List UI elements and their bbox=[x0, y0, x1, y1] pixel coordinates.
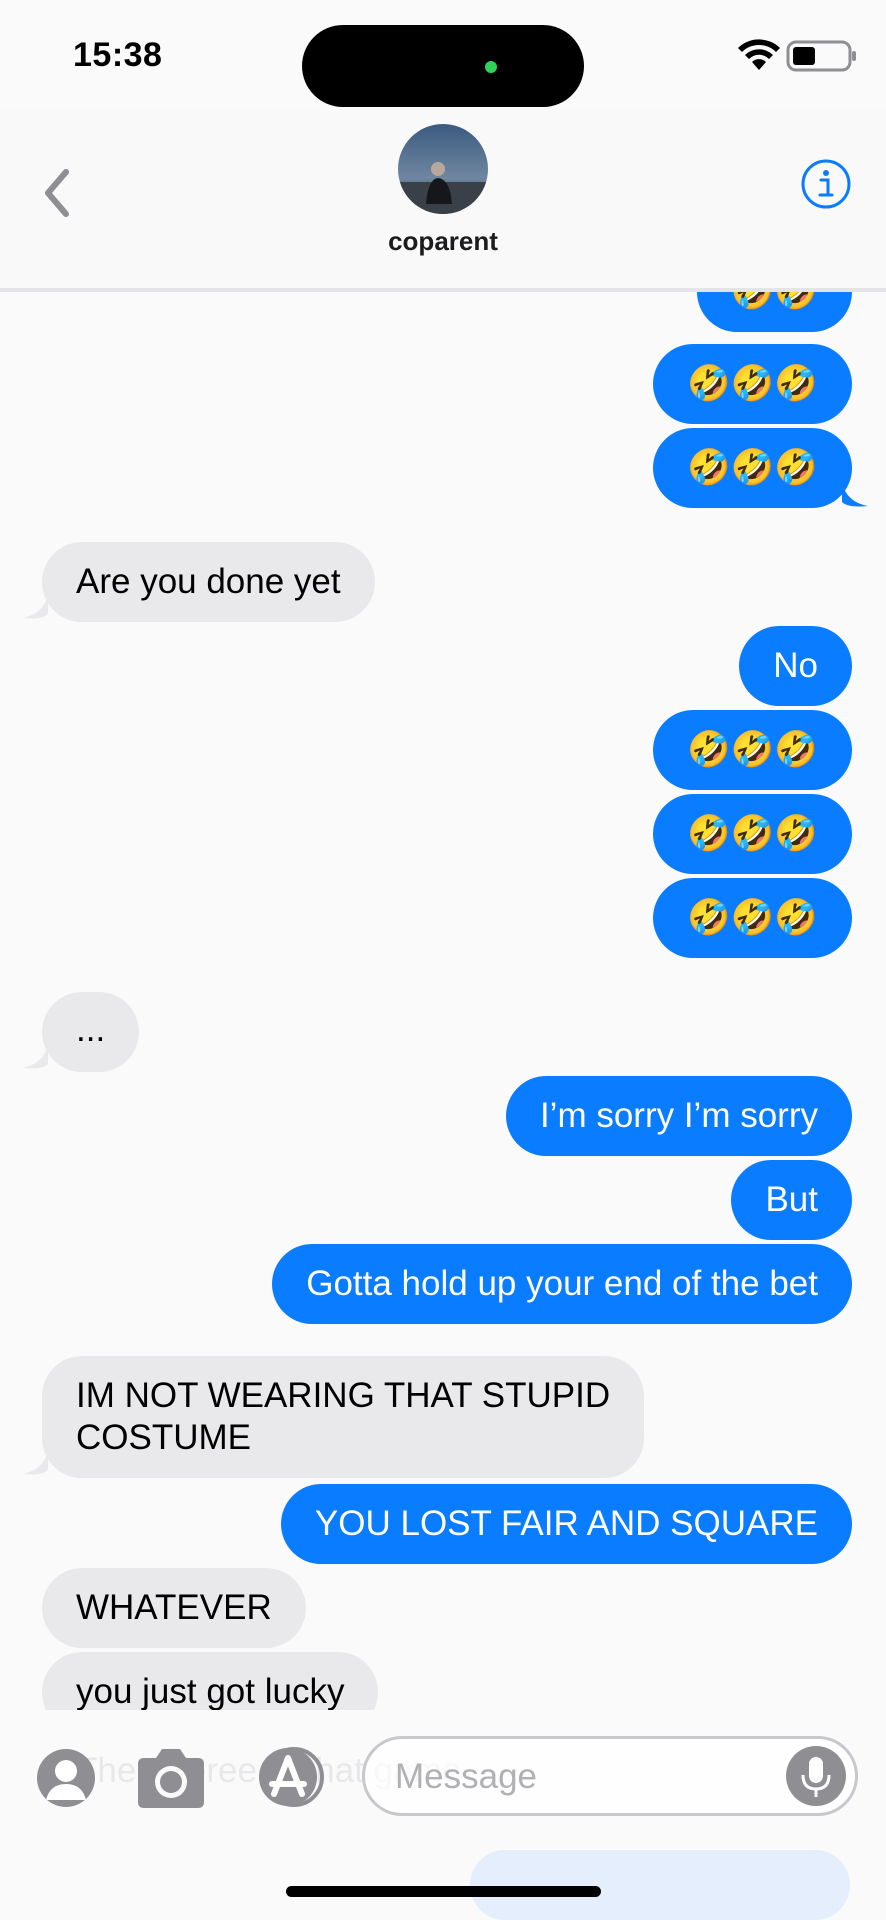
message-text: ... bbox=[76, 1010, 106, 1049]
message-text: I’m sorry I’m sorry bbox=[539, 1096, 818, 1135]
message-thread[interactable]: 🤣🤣 🤣🤣🤣 🤣🤣🤣 Are you done yet No 🤣🤣🤣 🤣🤣🤣 🤣… bbox=[0, 292, 886, 1710]
message-text: WHATEVER bbox=[76, 1588, 272, 1627]
camera-indicator-dot bbox=[485, 61, 497, 73]
bubble-tail bbox=[22, 594, 48, 619]
message-text: 🤣🤣 bbox=[731, 292, 818, 313]
conversation-header: coparent bbox=[0, 110, 886, 292]
message-text: But bbox=[765, 1180, 818, 1219]
message-bubble-incoming[interactable]: you just got lucky bbox=[42, 1652, 379, 1710]
message-text: No bbox=[773, 646, 818, 685]
bubble-tail bbox=[22, 1044, 48, 1069]
message-bubble-outgoing[interactable]: No bbox=[739, 626, 852, 706]
message-text: you just got lucky bbox=[76, 1672, 345, 1710]
message-text: Are you done yet bbox=[76, 562, 341, 601]
message-input[interactable]: Message bbox=[362, 1736, 858, 1816]
message-bubble-outgoing[interactable]: I’m sorry I’m sorry bbox=[505, 1076, 852, 1156]
microphone-icon[interactable] bbox=[785, 1745, 847, 1807]
wifi-icon bbox=[738, 39, 780, 70]
message-bubble-incoming[interactable]: Are you done yet bbox=[42, 542, 375, 622]
app-store-icon[interactable] bbox=[250, 1746, 332, 1808]
message-bubble-outgoing[interactable]: 🤣🤣🤣 bbox=[653, 710, 852, 790]
camera-icon[interactable] bbox=[134, 1746, 208, 1810]
message-placeholder: Message bbox=[395, 1757, 538, 1796]
message-text: YOU LOST FAIR AND SQUARE bbox=[314, 1504, 818, 1543]
message-bubble-outgoing[interactable]: 🤣🤣🤣 bbox=[653, 428, 852, 508]
contact-avatar[interactable] bbox=[398, 124, 488, 214]
message-text: IM NOT WEARING THAT STUPID bbox=[76, 1376, 611, 1415]
message-text: 🤣🤣🤣 bbox=[687, 730, 818, 769]
message-bubble-incoming[interactable]: IM NOT WEARING THAT STUPID COSTUME bbox=[42, 1356, 645, 1478]
message-text: 🤣🤣🤣 bbox=[687, 448, 818, 487]
message-bubble-outgoing[interactable]: 🤣🤣 bbox=[696, 292, 852, 332]
contact-card-icon[interactable] bbox=[36, 1748, 96, 1808]
message-bubble-outgoing[interactable]: 🤣🤣🤣 bbox=[653, 794, 852, 874]
home-indicator[interactable] bbox=[286, 1886, 601, 1897]
bubble-tail bbox=[842, 482, 868, 507]
info-icon[interactable] bbox=[800, 158, 852, 210]
status-time: 15:38 bbox=[73, 36, 163, 74]
status-bar: 15:38 bbox=[0, 0, 886, 110]
message-text: COSTUME bbox=[76, 1418, 251, 1457]
message-bubble-outgoing[interactable]: But bbox=[731, 1160, 852, 1240]
message-bubble-outgoing[interactable]: 🤣🤣🤣 bbox=[653, 344, 852, 424]
scrolled-bubble-ghost bbox=[470, 1850, 850, 1920]
message-bubble-incoming[interactable]: WHATEVER bbox=[42, 1568, 306, 1648]
bubble-tail bbox=[22, 1450, 48, 1475]
message-bubble-outgoing[interactable]: Gotta hold up your end of the bet bbox=[272, 1244, 852, 1324]
message-text: 🤣🤣🤣 bbox=[687, 364, 818, 403]
back-chevron-icon[interactable] bbox=[34, 158, 84, 228]
message-bubble-outgoing[interactable]: 🤣🤣🤣 bbox=[653, 878, 852, 958]
dynamic-island bbox=[302, 25, 584, 107]
message-bubble-outgoing[interactable]: YOU LOST FAIR AND SQUARE bbox=[280, 1484, 852, 1564]
battery-icon bbox=[786, 40, 856, 72]
message-text: 🤣🤣🤣 bbox=[687, 814, 818, 853]
message-text: 🤣🤣🤣 bbox=[687, 898, 818, 937]
message-bubble-incoming[interactable]: ... bbox=[42, 992, 140, 1072]
message-text: Gotta hold up your end of the bet bbox=[306, 1264, 818, 1303]
contact-name[interactable]: coparent bbox=[0, 226, 886, 257]
compose-bar: The referee ... that game Message bbox=[0, 1710, 886, 1920]
